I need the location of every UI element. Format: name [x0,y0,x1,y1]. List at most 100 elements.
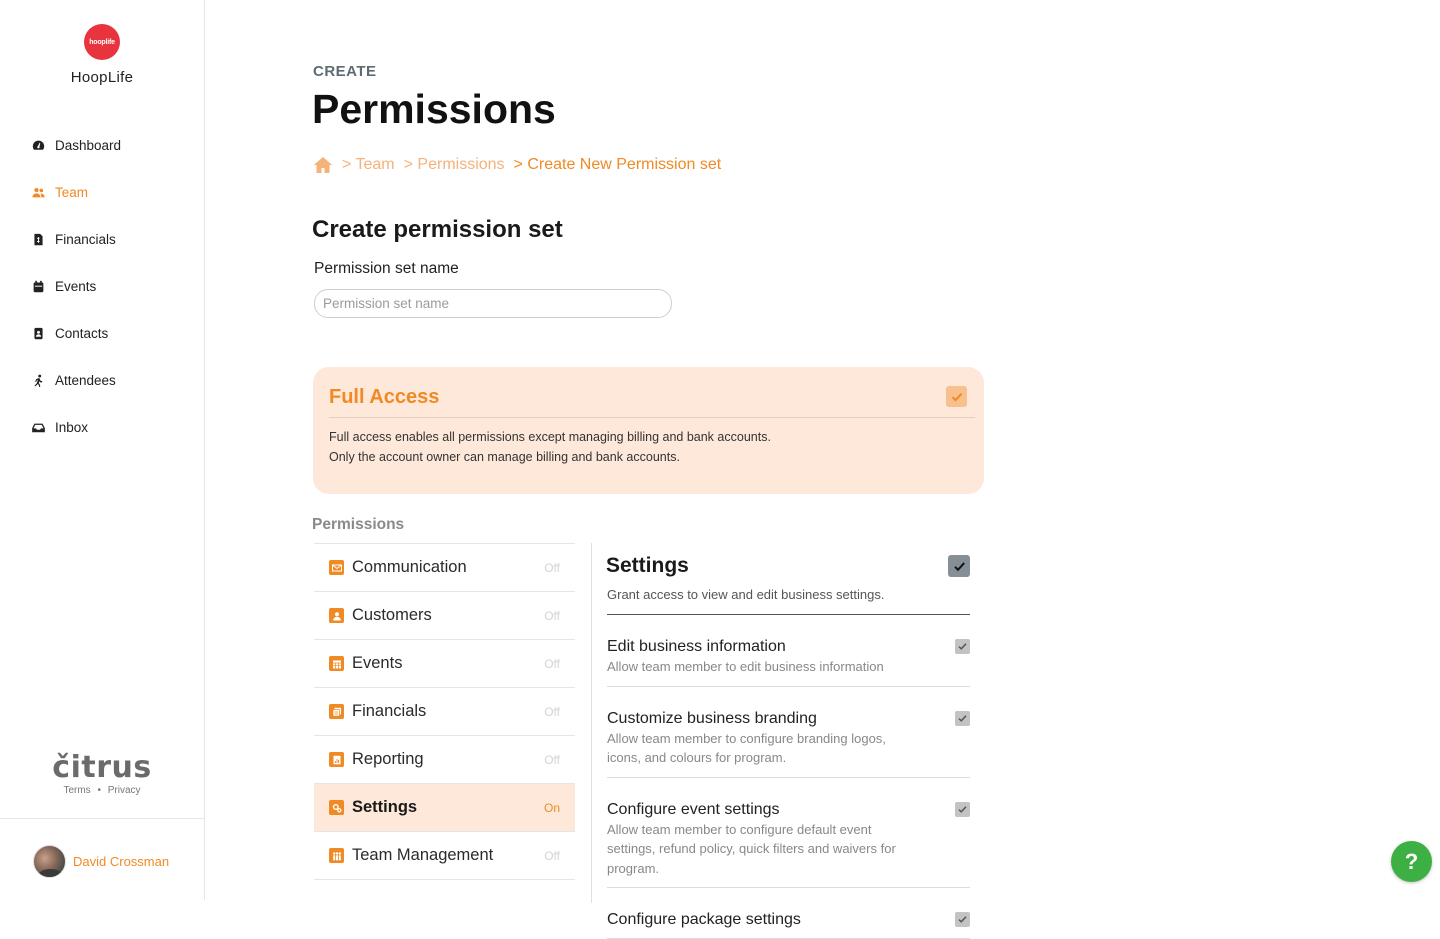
sidebar-item-attendees[interactable]: Attendees [0,357,204,404]
sidebar-item-label: Contacts [55,326,109,341]
sub-permission-desc: Allow team member to configure default e… [607,821,896,876]
full-access-checkbox[interactable] [946,386,967,407]
checkmark-icon [958,714,967,722]
sidebar-item-label: Dashboard [55,138,122,153]
checkmark-icon [958,916,967,923]
sidebar: hooplife HoopLife Dashboard Team Financi… [0,0,205,900]
inbox-icon [30,421,46,435]
users-icon [30,186,46,200]
sub-permission-desc: Allow team member to configure branding … [607,730,886,766]
breadcrumb: > Team > Permissions > Create New Permis… [313,156,721,174]
sidebar-item-label: Financials [55,232,116,247]
powered-by: čitrus Terms • Privacy [0,750,204,796]
permissions-heading: Permissions [312,516,405,533]
breadcrumb-team[interactable]: > Team [342,156,395,174]
permission-set-name-label: Permission set name [314,260,459,277]
gears-icon [329,800,344,815]
full-access-card: Full Access Full access enables all perm… [313,367,984,494]
sub-permission-list: Edit business information Allow team mem… [607,615,970,939]
sidebar-item-label: Team [55,185,89,200]
full-access-description: Full access enables all permissions exce… [329,427,771,467]
permission-set-name-input[interactable] [314,289,672,318]
sub-permission-checkbox[interactable] [955,639,970,654]
dashboard-icon [30,139,46,153]
sub-permission-item: Edit business information Allow team mem… [607,615,970,687]
sidebar-item-label: Attendees [55,373,116,388]
permission-category-list: Communication Off Customers Off Events O… [314,543,575,880]
permission-item-label: Communication [352,558,467,576]
full-access-desc-line: Full access enables all permissions exce… [329,430,771,444]
page-eyebrow: CREATE [313,63,377,80]
avatar [33,845,66,878]
sub-permission-item: Configure package settings [607,888,970,939]
sub-permission-title: Configure package settings [607,911,801,928]
permission-item-status: On [543,800,560,815]
permission-item-status: Off [544,752,560,767]
sub-permission-checkbox[interactable] [955,912,970,927]
sub-permission-item: Configure event settings Allow team memb… [607,778,970,888]
brand-logo[interactable]: hooplife [84,24,120,60]
calendar-icon [30,280,46,294]
permission-item-label: Customers [352,606,432,624]
permission-item-events[interactable]: Events Off [314,640,575,688]
user-name: David Crossman [73,854,170,869]
invoice-icon [30,233,46,247]
permission-item-label: Settings [352,798,418,816]
permission-detail-panel: Settings Grant access to view and edit b… [591,543,971,939]
sub-permission-item: Customize business branding Allow team m… [607,687,970,778]
brand-name: HoopLife [70,69,134,86]
main-content: CREATE Permissions > Team > Permissions … [205,0,1440,939]
sidebar-nav: Dashboard Team Financials Events Contact… [0,122,204,451]
breadcrumb-permissions[interactable]: > Permissions [404,156,505,174]
person-icon [329,608,344,623]
report-icon [329,752,344,767]
sidebar-divider [0,818,204,819]
permission-item-label: Events [352,654,403,672]
permission-item-status: Off [544,704,560,719]
checkmark-icon [951,392,962,402]
calendar-icon [329,656,344,671]
settings-checkbox[interactable] [948,555,970,577]
checkmark-icon [958,805,967,813]
permission-item-status: Off [544,656,560,671]
sidebar-item-financials[interactable]: Financials [0,216,204,263]
divider [329,417,975,418]
contact-card-icon [30,327,46,341]
permission-item-status: Off [544,848,560,863]
footer-links: Terms • Privacy [0,785,204,796]
sidebar-item-team[interactable]: Team [0,169,204,216]
checkmark-icon [953,561,965,571]
permission-item-label: Reporting [352,750,424,768]
section-title: Create permission set [312,216,563,243]
privacy-link[interactable]: Privacy [108,785,141,796]
sidebar-item-events[interactable]: Events [0,263,204,310]
sidebar-item-inbox[interactable]: Inbox [0,404,204,451]
permission-item-financials[interactable]: Financials Off [314,688,575,736]
sub-permission-title: Configure event settings [607,800,780,818]
user-profile[interactable]: David Crossman [33,845,169,878]
terms-link[interactable]: Terms [63,785,90,796]
permission-item-settings[interactable]: Settings On [314,784,575,832]
page-title: Permissions [312,86,556,132]
permission-item-reporting[interactable]: Reporting Off [314,736,575,784]
help-button[interactable]: ? [1391,841,1432,882]
sub-permission-checkbox[interactable] [955,801,970,817]
sub-permission-desc: Allow team member to edit business infor… [607,659,884,674]
sub-permission-checkbox[interactable] [955,710,970,726]
team-icon [329,848,344,863]
full-access-title: Full Access [329,386,440,408]
envelope-icon [329,560,344,575]
sidebar-item-contacts[interactable]: Contacts [0,310,204,357]
permission-item-communication[interactable]: Communication Off [314,544,575,592]
permission-item-team-management[interactable]: Team Management Off [314,832,575,880]
permission-item-label: Team Management [352,846,494,864]
money-icon [329,704,344,719]
permission-item-status: Off [544,608,560,623]
sub-permission-title: Customize business branding [607,709,817,727]
permission-item-customers[interactable]: Customers Off [314,592,575,640]
full-access-desc-line: Only the account owner can manage billin… [329,450,680,464]
footer-separator: • [97,785,101,796]
checkmark-icon [958,643,967,650]
home-icon[interactable] [313,156,333,174]
sidebar-item-dashboard[interactable]: Dashboard [0,122,204,169]
